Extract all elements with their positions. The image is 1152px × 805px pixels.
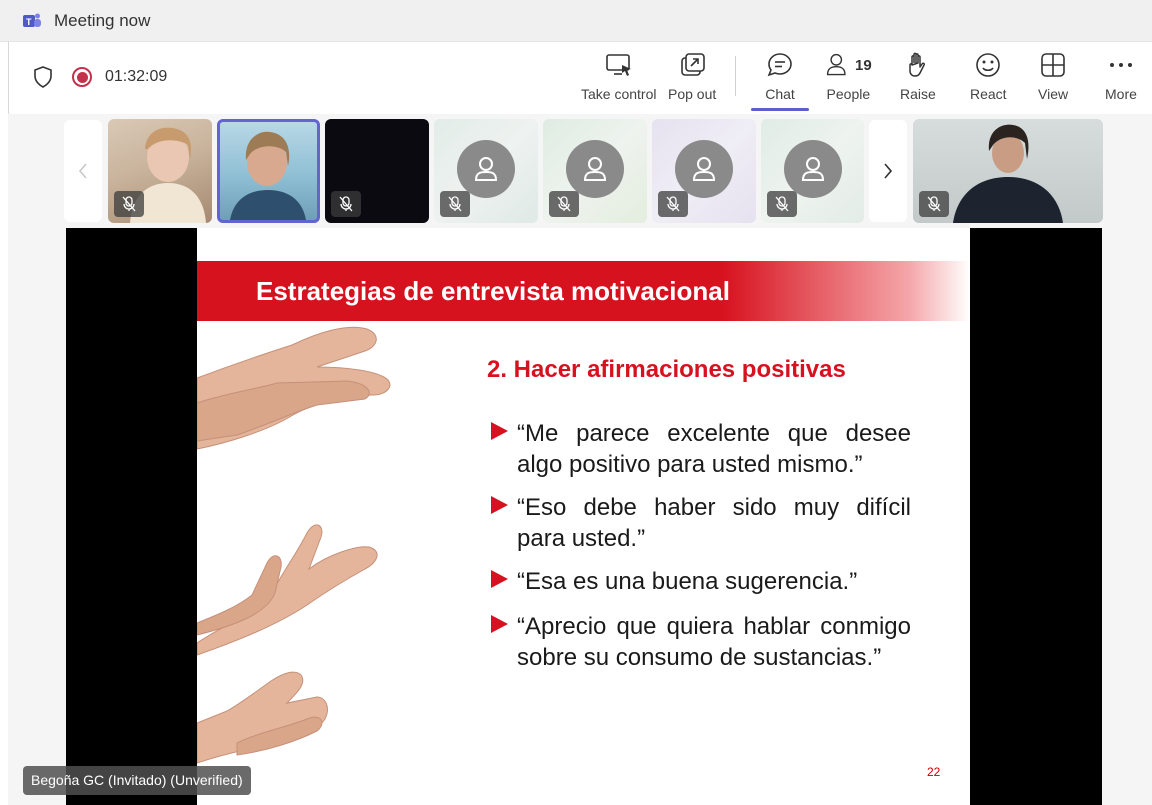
svg-text:T: T [26,17,32,27]
toolbar-divider [735,56,736,96]
bullet-arrow-icon [491,422,508,440]
participant-avatar-tile[interactable] [434,119,538,223]
slide-bullet-text: “Esa es una buena sugerencia.” [517,568,858,595]
slide-bullet-text: “Aprecio que quiera hablar conmigo sobre… [517,613,911,671]
meeting-timer: 01:32:09 [105,68,168,85]
strip-next-button[interactable] [869,120,907,222]
chevron-left-icon [78,163,87,179]
slide-bullet-text: “Me parece excelente que desee algo posi… [517,420,911,478]
people-label: People [826,86,871,102]
window-titlebar: T Meeting now [0,0,1152,42]
people-button[interactable]: 19 People [825,50,872,108]
participant-video-feed [230,131,306,220]
default-avatar-icon [783,140,842,198]
chat-label: Chat [765,86,795,102]
take-control-button[interactable]: Take control [581,50,656,108]
mic-off-icon [331,191,361,217]
teams-logo-icon: T [23,13,41,27]
pop-out-icon [681,53,705,76]
pop-out-button[interactable]: Pop out [668,50,716,108]
slide-bullet-text: “Eso debe haber sido muy difícil para us… [517,494,911,552]
participant-avatar-tile[interactable] [543,119,647,223]
bullet-arrow-icon [491,570,508,588]
participant-avatar-tile[interactable] [761,119,864,223]
default-avatar-icon [457,140,515,198]
more-button[interactable]: More [1105,50,1137,108]
react-label: React [970,86,1007,102]
take-control-label: Take control [581,86,657,102]
raise-hand-icon [909,52,925,77]
slide-bullet: “Esa es una buena sugerencia.” [491,566,911,597]
chevron-right-icon [884,163,893,179]
chat-button[interactable]: Chat [765,50,795,108]
people-icon [826,53,846,76]
presenter-name-tag: Begoña GC (Invitado) (Unverified) [23,766,251,795]
mic-off-icon [658,191,688,217]
raise-label: Raise [900,86,936,102]
presenter-video-tile[interactable] [913,119,1103,223]
slide-bullet: “Eso debe haber sido muy difícil para us… [491,492,911,554]
pop-out-label: Pop out [668,86,717,102]
react-button[interactable]: React [970,50,1007,108]
more-dots-icon [1109,63,1132,67]
slide-bullet: “Me parece excelente que desee algo posi… [491,418,911,480]
recording-indicator-icon [72,67,92,87]
mic-off-icon [114,191,144,217]
more-label: More [1105,86,1137,102]
participant-video-tile-selected[interactable] [217,119,320,223]
participant-video-tile[interactable] [108,119,212,223]
view-button[interactable]: View [1038,50,1068,108]
mic-off-icon [440,191,470,217]
shield-icon[interactable] [33,66,53,88]
default-avatar-icon [566,140,624,198]
meeting-controls-bar: 01:32:09 Take control Pop out Chat 19 Pe… [8,42,1152,114]
take-control-icon [605,54,631,76]
slide-bullet: “Aprecio que quiera hablar conmigo sobre… [491,611,911,673]
view-label: View [1038,86,1069,102]
window-title: Meeting now [54,10,151,30]
default-avatar-icon [675,140,733,198]
mic-off-icon [919,191,949,217]
bullet-arrow-icon [491,615,508,633]
presentation-slide: Estrategias de entrevista motivacional 2… [197,228,970,805]
slide-subtitle: 2. Hacer afirmaciones positivas [487,356,846,383]
strip-prev-button[interactable] [64,120,102,222]
mic-off-icon [549,191,579,217]
chat-icon [767,53,792,77]
grid-view-icon [1041,53,1065,77]
smiley-icon [976,53,1001,77]
people-count-badge: 19 [855,56,872,74]
mic-off-icon [767,191,797,217]
raise-hand-button[interactable]: Raise [900,50,936,108]
bullet-arrow-icon [491,496,508,514]
chat-active-indicator [751,108,809,111]
clapping-hands-image [197,326,391,764]
participant-avatar-tile[interactable] [652,119,756,223]
slide-title: Estrategias de entrevista motivacional [256,276,730,306]
slide-page-number: 22 [927,765,941,779]
participant-video-tile[interactable] [325,119,429,223]
